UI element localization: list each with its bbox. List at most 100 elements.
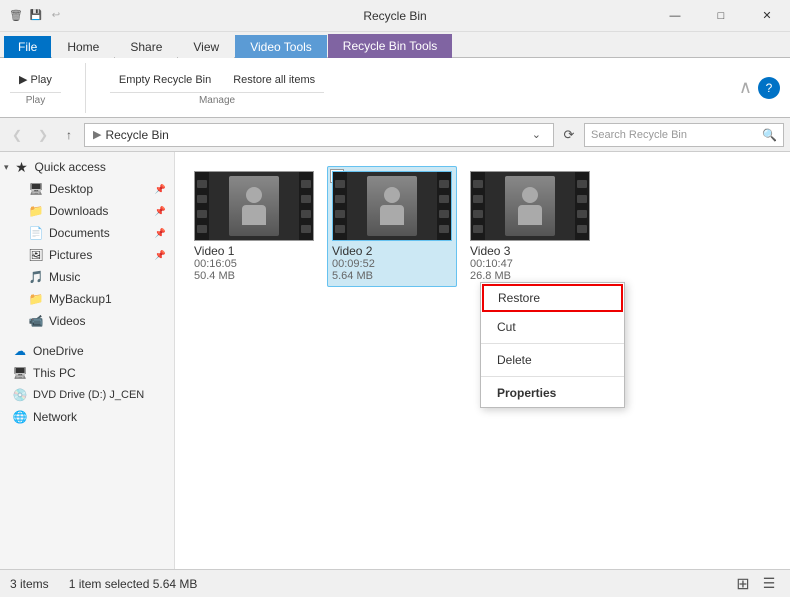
quick-access-icon: ★ xyxy=(14,159,30,175)
close-button[interactable]: ✕ xyxy=(744,0,790,32)
restore-all-button[interactable]: Restore all items xyxy=(224,70,324,90)
file-info-video1: Video 1 00:16:05 50.4 MB xyxy=(194,244,314,282)
person-silhouette-v3 xyxy=(518,187,542,225)
sidebar-item-documents[interactable]: 📄 Documents 📌 xyxy=(0,222,174,244)
play-button[interactable]: ▶ Play xyxy=(10,69,61,90)
maximize-button[interactable]: □ xyxy=(698,0,744,32)
sidebar-item-dvd-drive[interactable]: 💿 DVD Drive (D:) J_CEN xyxy=(0,384,174,406)
sidebar-item-music[interactable]: 🎵 Music xyxy=(0,266,174,288)
sidebar: ▾ ★ Quick access 🖥 Desktop 📌 📁 Downloads… xyxy=(0,152,175,569)
context-menu-divider xyxy=(481,343,624,344)
person-body xyxy=(242,205,266,225)
film-strip-right-v3 xyxy=(575,172,589,240)
pin-icon: 📌 xyxy=(155,184,166,195)
film-strip-left-v2 xyxy=(333,172,347,240)
file-item-video2[interactable]: ✓ Video 2 xyxy=(327,166,457,287)
sidebar-item-desktop[interactable]: 🖥 Desktop 📌 xyxy=(0,178,174,200)
status-bar: 3 items 1 item selected 5.64 MB ⊞ ☰ xyxy=(0,569,790,597)
main-layout: ▾ ★ Quick access 🖥 Desktop 📌 📁 Downloads… xyxy=(0,152,790,569)
empty-recycle-bin-button[interactable]: Empty Recycle Bin xyxy=(110,70,220,90)
content-area: Video 1 00:16:05 50.4 MB ✓ xyxy=(175,152,790,569)
view-details-button[interactable]: ☰ xyxy=(758,573,780,595)
context-menu-item-delete[interactable]: Delete xyxy=(481,346,624,374)
documents-icon: 📄 xyxy=(28,225,44,241)
person-body-v3 xyxy=(518,205,542,225)
help-button[interactable]: ? xyxy=(758,77,780,99)
ribbon-group-manage: Empty Recycle Bin Restore all items Mana… xyxy=(110,70,324,106)
window-title: Recycle Bin xyxy=(363,9,426,23)
minimize-button[interactable]: — xyxy=(652,0,698,32)
ribbon-group-play: ▶ Play Play xyxy=(10,69,61,106)
ribbon-expand-icon[interactable]: ∧ xyxy=(739,77,752,98)
up-button[interactable]: ↑ xyxy=(58,124,80,146)
address-bar: ❮ ❯ ↑ ▶ Recycle Bin ⌄ ⟳ Search Recycle B… xyxy=(0,118,790,152)
context-menu-item-cut[interactable]: Cut xyxy=(481,313,624,341)
app-icon: 🗑 xyxy=(8,8,24,24)
search-icon: 🔍 xyxy=(762,128,777,142)
tab-view[interactable]: View xyxy=(178,35,234,58)
tab-video-tools[interactable]: Video Tools xyxy=(235,35,327,58)
context-menu-divider-2 xyxy=(481,376,624,377)
back-button[interactable]: ❮ xyxy=(6,124,28,146)
file-size-video1: 50.4 MB xyxy=(194,270,314,282)
tab-file[interactable]: File xyxy=(4,36,51,58)
tab-recycle-bin-tools[interactable]: Recycle Bin Tools xyxy=(328,34,453,58)
sidebar-label-videos: Videos xyxy=(49,314,85,328)
ribbon-group-label-play: Play xyxy=(10,92,61,106)
search-box[interactable]: Search Recycle Bin 🔍 xyxy=(584,123,784,147)
file-duration-video1: 00:16:05 xyxy=(194,258,314,270)
desktop-icon: 🖥 xyxy=(28,181,44,197)
title-bar-system-icons: 🗑 💾 ↩ xyxy=(0,8,72,24)
onedrive-icon: ☁ xyxy=(12,343,28,359)
sidebar-item-mybackup1[interactable]: 📁 MyBackup1 xyxy=(0,288,174,310)
film-strip-left xyxy=(195,172,209,240)
sidebar-item-quick-access[interactable]: ▾ ★ Quick access xyxy=(0,156,174,178)
sidebar-item-downloads[interactable]: 📁 Downloads 📌 xyxy=(0,200,174,222)
sidebar-item-this-pc[interactable]: 🖥 This PC xyxy=(0,362,174,384)
address-chevron-icon: ⌄ xyxy=(528,128,545,141)
tab-share[interactable]: Share xyxy=(115,35,177,58)
file-info-video2: Video 2 00:09:52 5.64 MB xyxy=(332,244,452,282)
file-duration-video3: 00:10:47 xyxy=(470,258,590,270)
address-input[interactable]: ▶ Recycle Bin ⌄ xyxy=(84,123,554,147)
forward-button[interactable]: ❯ xyxy=(32,124,54,146)
file-item-video3[interactable]: Video 3 00:10:47 26.8 MB xyxy=(465,166,595,287)
dvd-drive-icon: 💿 xyxy=(12,387,28,403)
save-icon[interactable]: 💾 xyxy=(28,8,44,24)
sidebar-item-videos[interactable]: 📹 Videos xyxy=(0,310,174,332)
mybackup-icon: 📁 xyxy=(28,291,44,307)
sidebar-item-network[interactable]: 🌐 Network xyxy=(0,406,174,428)
file-thumbnail-video3 xyxy=(470,171,590,241)
downloads-icon: 📁 xyxy=(28,203,44,219)
file-item-video1[interactable]: Video 1 00:16:05 50.4 MB xyxy=(189,166,319,287)
sidebar-label-downloads: Downloads xyxy=(49,204,108,218)
person-head xyxy=(246,187,262,203)
refresh-button[interactable]: ⟳ xyxy=(558,124,580,146)
sidebar-label-this-pc: This PC xyxy=(33,366,76,380)
file-size-video2: 5.64 MB xyxy=(332,270,452,282)
undo-icon[interactable]: ↩ xyxy=(48,8,64,24)
sidebar-label-desktop: Desktop xyxy=(49,182,93,196)
file-duration-video2: 00:09:52 xyxy=(332,258,452,270)
sidebar-item-onedrive[interactable]: ☁ OneDrive xyxy=(0,340,174,362)
pin-icon-documents: 📌 xyxy=(155,228,166,239)
view-large-icons-button[interactable]: ⊞ xyxy=(732,573,754,595)
person-head-v2 xyxy=(384,187,400,203)
file-thumbnail-video1 xyxy=(194,171,314,241)
context-menu-item-restore[interactable]: Restore xyxy=(482,284,623,312)
music-icon: 🎵 xyxy=(28,269,44,285)
file-name-video1: Video 1 xyxy=(194,244,314,258)
thumbnail-person-v2 xyxy=(367,176,417,236)
address-path: Recycle Bin xyxy=(105,128,527,142)
file-thumbnail-video2 xyxy=(332,171,452,241)
person-silhouette xyxy=(242,187,266,225)
file-name-video2: Video 2 xyxy=(332,244,452,258)
sidebar-label-documents: Documents xyxy=(49,226,110,240)
sidebar-item-pictures[interactable]: 🖼 Pictures 📌 xyxy=(0,244,174,266)
context-menu-item-properties[interactable]: Properties xyxy=(481,379,624,407)
person-head-v3 xyxy=(522,187,538,203)
expand-icon: ▾ xyxy=(4,162,9,173)
tab-home[interactable]: Home xyxy=(52,35,114,58)
file-size-video3: 26.8 MB xyxy=(470,270,590,282)
files-container: Video 1 00:16:05 50.4 MB ✓ xyxy=(185,162,780,291)
